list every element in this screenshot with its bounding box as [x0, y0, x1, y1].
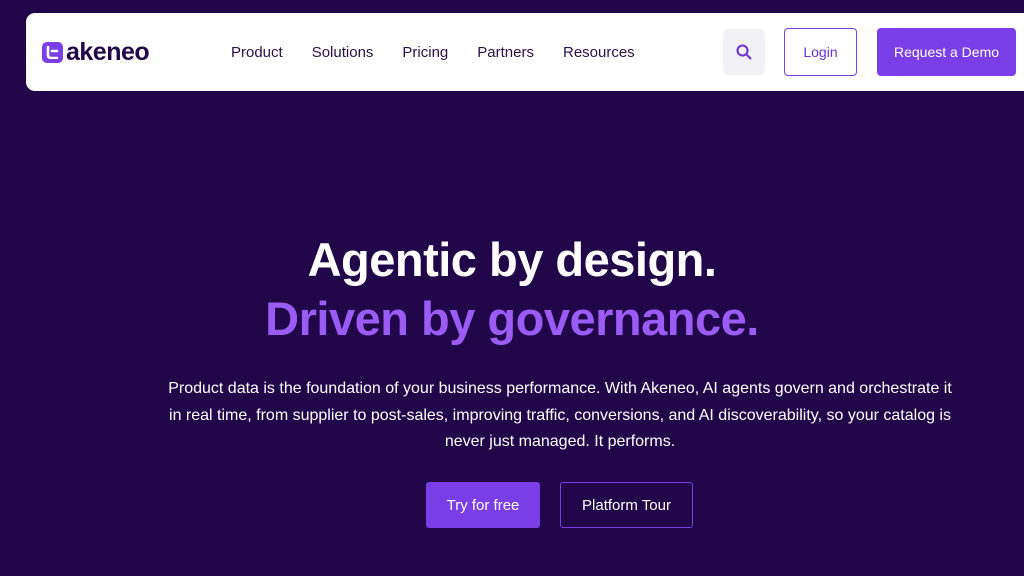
hero-title: Agentic by design.: [307, 233, 717, 286]
akeneo-logo-icon: [42, 42, 63, 63]
hero-description: Product data is the foundation of your b…: [120, 376, 1000, 456]
main-nav: Product Solutions Pricing Partners Resou…: [231, 13, 664, 91]
hero-description-line: in real time, from supplier to post-sale…: [169, 406, 951, 424]
login-button[interactable]: Login: [784, 28, 857, 76]
platform-tour-button[interactable]: Platform Tour: [560, 482, 693, 528]
request-demo-button[interactable]: Request a Demo: [877, 28, 1016, 76]
hero-description-line: Product data is the foundation of your b…: [168, 380, 952, 397]
akeneo-logo[interactable]: akeneo: [42, 38, 150, 66]
logo-wordmark: akeneo: [66, 38, 150, 66]
nav-link-partners[interactable]: Partners: [477, 44, 534, 61]
nav-link-product[interactable]: Product: [231, 44, 283, 61]
try-for-free-button[interactable]: Try for free: [426, 482, 540, 528]
nav-link-resources[interactable]: Resources: [563, 44, 635, 61]
hero-subtitle: Driven by governance.: [265, 292, 759, 345]
nav-link-solutions[interactable]: Solutions: [312, 44, 374, 61]
hero-description-line: never just managed. It performs.: [444, 433, 676, 450]
nav-link-pricing[interactable]: Pricing: [402, 44, 448, 61]
page: akeneo Product Solutions Pricing Partner…: [0, 0, 1024, 576]
top-navbar: akeneo Product Solutions Pricing Partner…: [26, 13, 1024, 91]
search-icon: [736, 44, 752, 60]
search-button[interactable]: [723, 29, 765, 75]
